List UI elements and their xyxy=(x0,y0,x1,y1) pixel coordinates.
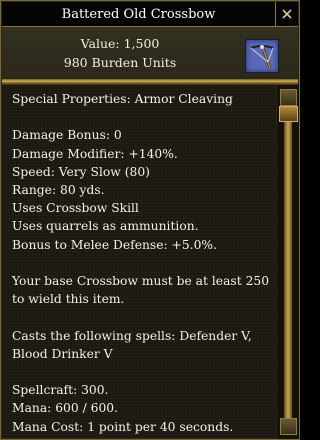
scroll-track[interactable] xyxy=(284,117,292,429)
property-line: Bonus to Melee Defense: +5.0%. xyxy=(12,237,217,252)
property-line: Spellcraft: 300. xyxy=(12,383,109,398)
vertical-scrollbar[interactable] xyxy=(277,85,299,439)
item-properties-panel: Special Properties: Armor Cleaving Damage… xyxy=(2,85,276,438)
scroll-down-button[interactable] xyxy=(280,418,297,435)
property-line: Damage Modifier: +140%. xyxy=(12,146,178,161)
property-line: Blood Drinker V xyxy=(12,346,113,361)
property-line: Casts the following spells: Defender V, xyxy=(12,328,252,343)
property-line: Uses Crossbow Skill xyxy=(12,201,139,216)
properties-text: Special Properties: Armor Cleaving Damage… xyxy=(12,90,272,436)
property-line: Range: 80 yds. xyxy=(12,183,105,197)
item-header: Value: 1,500 980 Burden Units xyxy=(2,27,298,79)
crossbow-icon xyxy=(245,39,279,73)
property-line: Uses quarrels as ammunition. xyxy=(12,219,199,234)
item-examine-window: Battered Old Crossbow Value: 1,500 980 B… xyxy=(0,0,300,440)
scroll-thumb[interactable] xyxy=(279,106,298,122)
property-line: Damage Bonus: 0 xyxy=(12,128,122,143)
property-line: to wield this item. xyxy=(12,292,125,307)
property-line: Mana Cost: 1 point per 40 seconds. xyxy=(12,419,234,434)
close-x-icon xyxy=(282,9,292,19)
property-line: Speed: Very Slow (80) xyxy=(12,164,150,179)
close-button[interactable] xyxy=(275,2,298,27)
item-value: Value: 1,500 xyxy=(80,36,160,51)
title-bar[interactable]: Battered Old Crossbow xyxy=(2,2,275,27)
property-line: Mana: 600 / 600. xyxy=(12,401,119,416)
window-title: Battered Old Crossbow xyxy=(61,7,216,22)
scroll-up-button[interactable] xyxy=(280,89,297,106)
property-line: Your base Crossbow must be at least 250 xyxy=(12,274,270,288)
property-line: Special Properties: Armor Cleaving xyxy=(12,92,233,106)
item-burden: 980 Burden Units xyxy=(63,55,177,70)
